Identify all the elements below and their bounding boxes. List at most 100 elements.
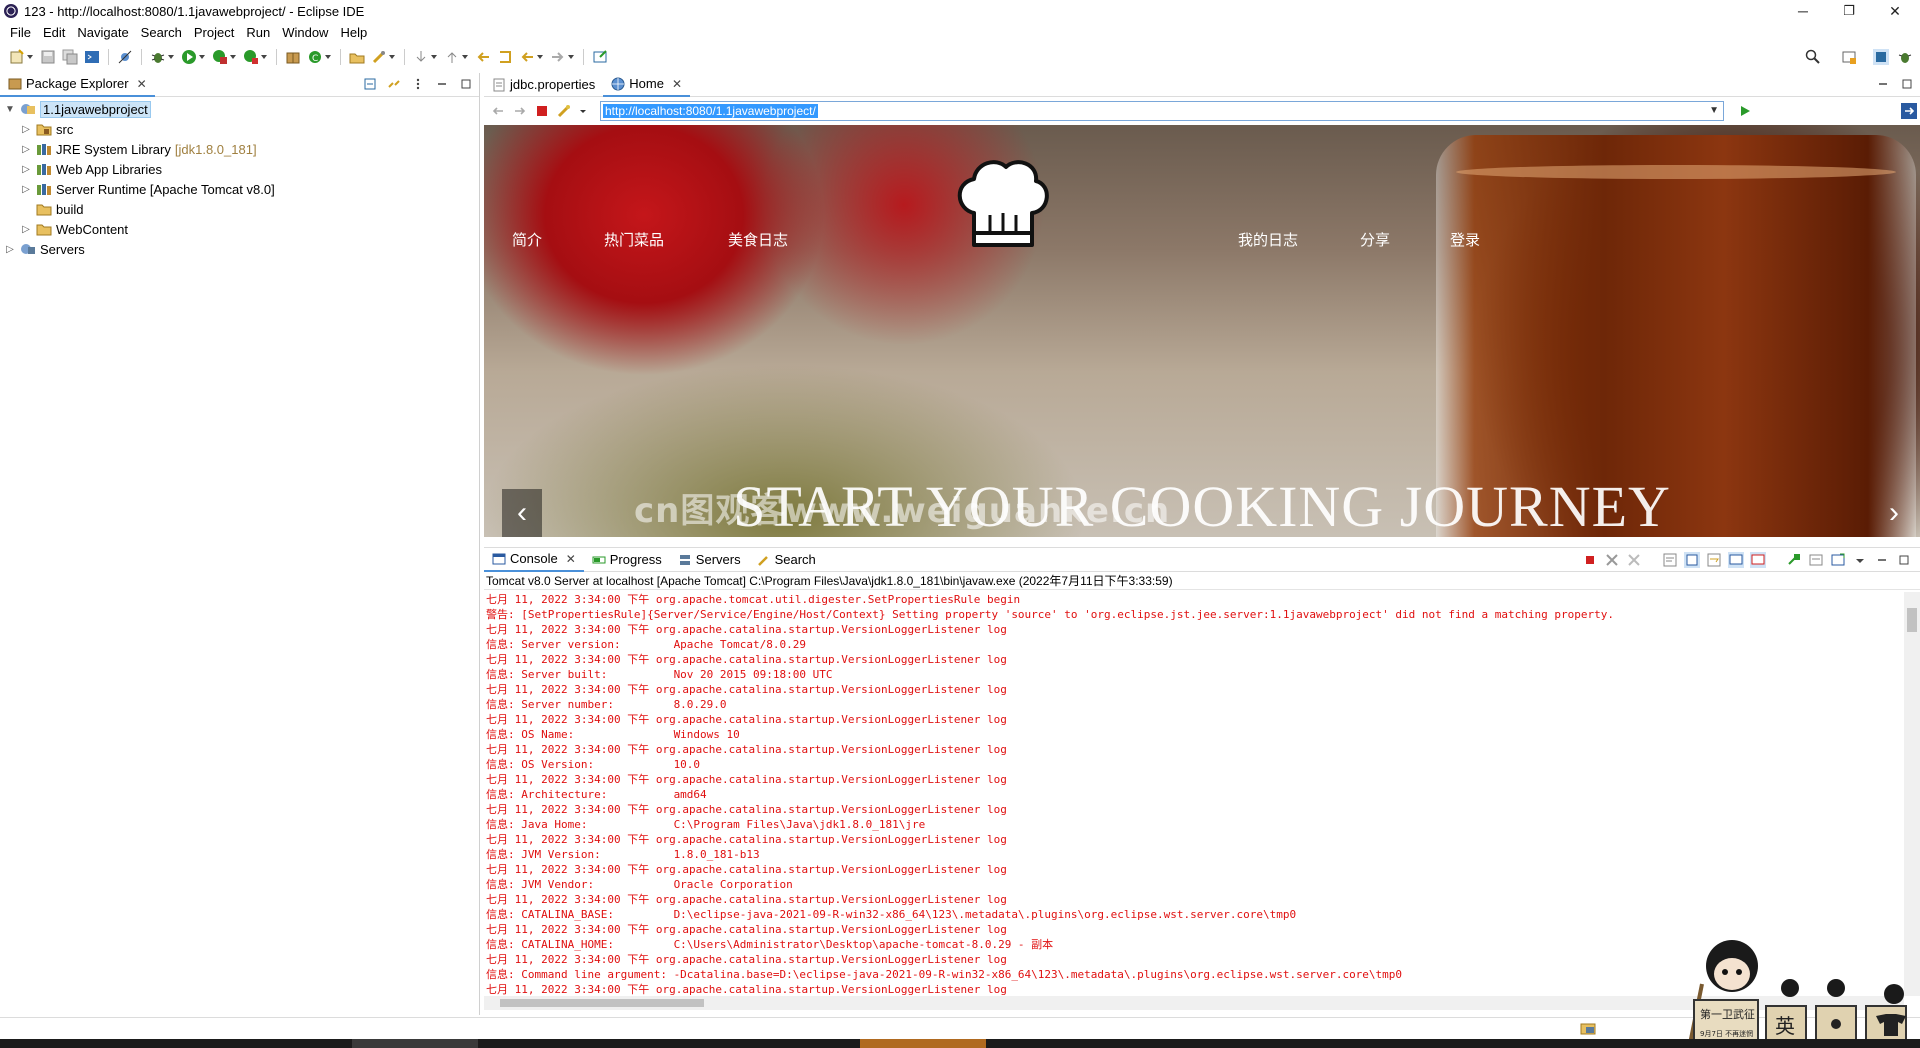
tab-package-explorer[interactable]: Package Explorer ✕ (0, 72, 155, 97)
menu-edit[interactable]: Edit (37, 25, 71, 40)
remove-launch-icon[interactable] (1604, 552, 1620, 568)
open-perspective-icon[interactable] (1841, 49, 1857, 65)
chevron-right-icon[interactable]: ▷ (20, 224, 32, 235)
menu-window[interactable]: Window (276, 25, 334, 40)
open-browser-icon[interactable] (592, 49, 608, 65)
tree-item-build[interactable]: build (0, 199, 479, 219)
nav-popular-dishes[interactable]: 热门菜品 (604, 229, 664, 250)
nav-login[interactable]: 登录 (1450, 229, 1480, 250)
menu-project[interactable]: Project (188, 25, 240, 40)
clear-console-icon[interactable] (1662, 552, 1678, 568)
new-icon[interactable] (9, 49, 33, 65)
minimize-button[interactable]: ─ (1780, 0, 1826, 22)
menu-search[interactable]: Search (135, 25, 188, 40)
scrollbar-thumb[interactable] (500, 999, 704, 1007)
chevron-right-icon[interactable]: ▷ (4, 244, 16, 255)
close-window-button[interactable]: ✕ (1872, 0, 1918, 22)
close-icon[interactable]: ✕ (137, 77, 147, 91)
nav-food-log[interactable]: 美食日志 (728, 229, 788, 250)
minimize-view-icon[interactable] (1874, 552, 1890, 568)
save-icon[interactable] (40, 49, 56, 65)
chevron-down-icon[interactable]: ▼ (1709, 105, 1719, 116)
display-selected-console-icon[interactable] (1808, 552, 1824, 568)
chevron-right-icon[interactable]: ▷ (20, 124, 32, 135)
taskbar-item[interactable] (352, 1039, 478, 1048)
tree-item-server-runtime[interactable]: ▷ Server Runtime [Apache Tomcat v8.0] (0, 179, 479, 199)
open-type-icon[interactable] (349, 49, 365, 65)
close-icon[interactable]: ✕ (672, 77, 682, 91)
tree-item-jre-system-library[interactable]: ▷ JRE System Library [jdk1.8.0_181] (0, 139, 479, 159)
nav-my-log[interactable]: 我的日志 (1238, 229, 1298, 250)
close-icon[interactable]: ✕ (566, 552, 576, 566)
maximize-view-icon[interactable] (1900, 77, 1914, 91)
scroll-lock-icon[interactable] (1684, 552, 1700, 568)
search-tool-icon[interactable] (371, 49, 395, 65)
back-icon[interactable] (519, 49, 543, 65)
run-icon[interactable] (181, 49, 205, 65)
debug-perspective-icon[interactable] (1897, 49, 1913, 65)
remove-all-terminated-icon[interactable] (1626, 552, 1642, 568)
stop-icon[interactable] (534, 103, 550, 119)
skip-breakpoints-icon[interactable] (117, 49, 133, 65)
minimize-view-icon[interactable] (1876, 77, 1890, 91)
terminal-icon[interactable] (84, 49, 100, 65)
open-console-icon[interactable] (1830, 552, 1846, 568)
tab-search[interactable]: Search (749, 548, 824, 572)
tab-progress[interactable]: Progress (584, 548, 670, 572)
maximize-view-icon[interactable] (459, 77, 473, 91)
carousel-next-button[interactable]: › (1874, 489, 1914, 537)
chevron-right-icon[interactable]: ▷ (20, 144, 32, 155)
pin-editor-icon[interactable] (497, 49, 513, 65)
tree-item-web-app-libraries[interactable]: ▷ Web App Libraries (0, 159, 479, 179)
url-input[interactable]: http://localhost:8080/1.1javawebproject/… (600, 101, 1724, 121)
go-icon[interactable] (1737, 103, 1753, 119)
tree-item-project[interactable]: ▼ 1.1javawebproject (0, 99, 479, 119)
tab-home[interactable]: Home ✕ (603, 72, 691, 97)
nav-intro[interactable]: 简介 (512, 229, 542, 250)
previous-annotation-icon[interactable] (444, 49, 468, 65)
nav-share[interactable]: 分享 (1360, 229, 1390, 250)
word-wrap-icon[interactable] (1706, 552, 1722, 568)
chevron-right-icon[interactable]: ▷ (20, 164, 32, 175)
debug-icon[interactable] (150, 49, 174, 65)
taskbar-item-active[interactable] (860, 1039, 986, 1048)
minimize-view-icon[interactable] (435, 77, 449, 91)
java-ee-perspective-icon[interactable] (1873, 49, 1889, 65)
collapse-all-icon[interactable] (363, 77, 377, 91)
save-all-icon[interactable] (62, 49, 78, 65)
tab-jdbc-properties[interactable]: jdbc.properties (484, 73, 603, 97)
tree-item-webcontent[interactable]: ▷ WebContent (0, 219, 479, 239)
external-tools-icon[interactable] (243, 49, 267, 65)
menu-navigate[interactable]: Navigate (71, 25, 134, 40)
menu-help[interactable]: Help (334, 25, 373, 40)
tab-console[interactable]: Console ✕ (484, 547, 584, 572)
menu-run[interactable]: Run (240, 25, 276, 40)
next-annotation-icon[interactable] (413, 49, 437, 65)
pin-console-icon[interactable] (1786, 552, 1802, 568)
mascot-ime-widget[interactable]: 第一卫武征 9月7日 不再迷惘 英 (1672, 936, 1920, 1046)
terminate-icon[interactable] (1582, 552, 1598, 568)
view-menu-icon[interactable] (1852, 552, 1868, 568)
forward-arrow-icon[interactable] (512, 103, 528, 119)
chevron-right-icon[interactable]: ▷ (20, 184, 32, 195)
last-edit-location-icon[interactable] (475, 49, 491, 65)
carousel-prev-button[interactable]: ‹ (502, 489, 542, 537)
server-status-icon[interactable] (1580, 1020, 1596, 1039)
refresh-icon[interactable] (556, 103, 572, 119)
tab-servers[interactable]: Servers (670, 548, 749, 572)
coverage-icon[interactable] (212, 49, 236, 65)
view-menu-icon[interactable] (411, 77, 425, 91)
link-with-editor-icon[interactable] (387, 77, 401, 91)
menu-file[interactable]: File (4, 25, 37, 40)
scrollbar-thumb[interactable] (1907, 608, 1917, 632)
maximize-view-icon[interactable] (1896, 552, 1912, 568)
forward-icon[interactable] (550, 49, 574, 65)
new-java-package-icon[interactable] (285, 49, 301, 65)
tree-item-servers[interactable]: ▷ Servers (0, 239, 479, 259)
new-java-class-icon[interactable]: C (307, 49, 331, 65)
search-icon[interactable] (1805, 49, 1821, 65)
chevron-down-icon[interactable] (578, 103, 588, 119)
back-arrow-icon[interactable] (490, 103, 506, 119)
show-stdout-icon[interactable] (1728, 552, 1744, 568)
show-stderr-icon[interactable] (1750, 552, 1766, 568)
